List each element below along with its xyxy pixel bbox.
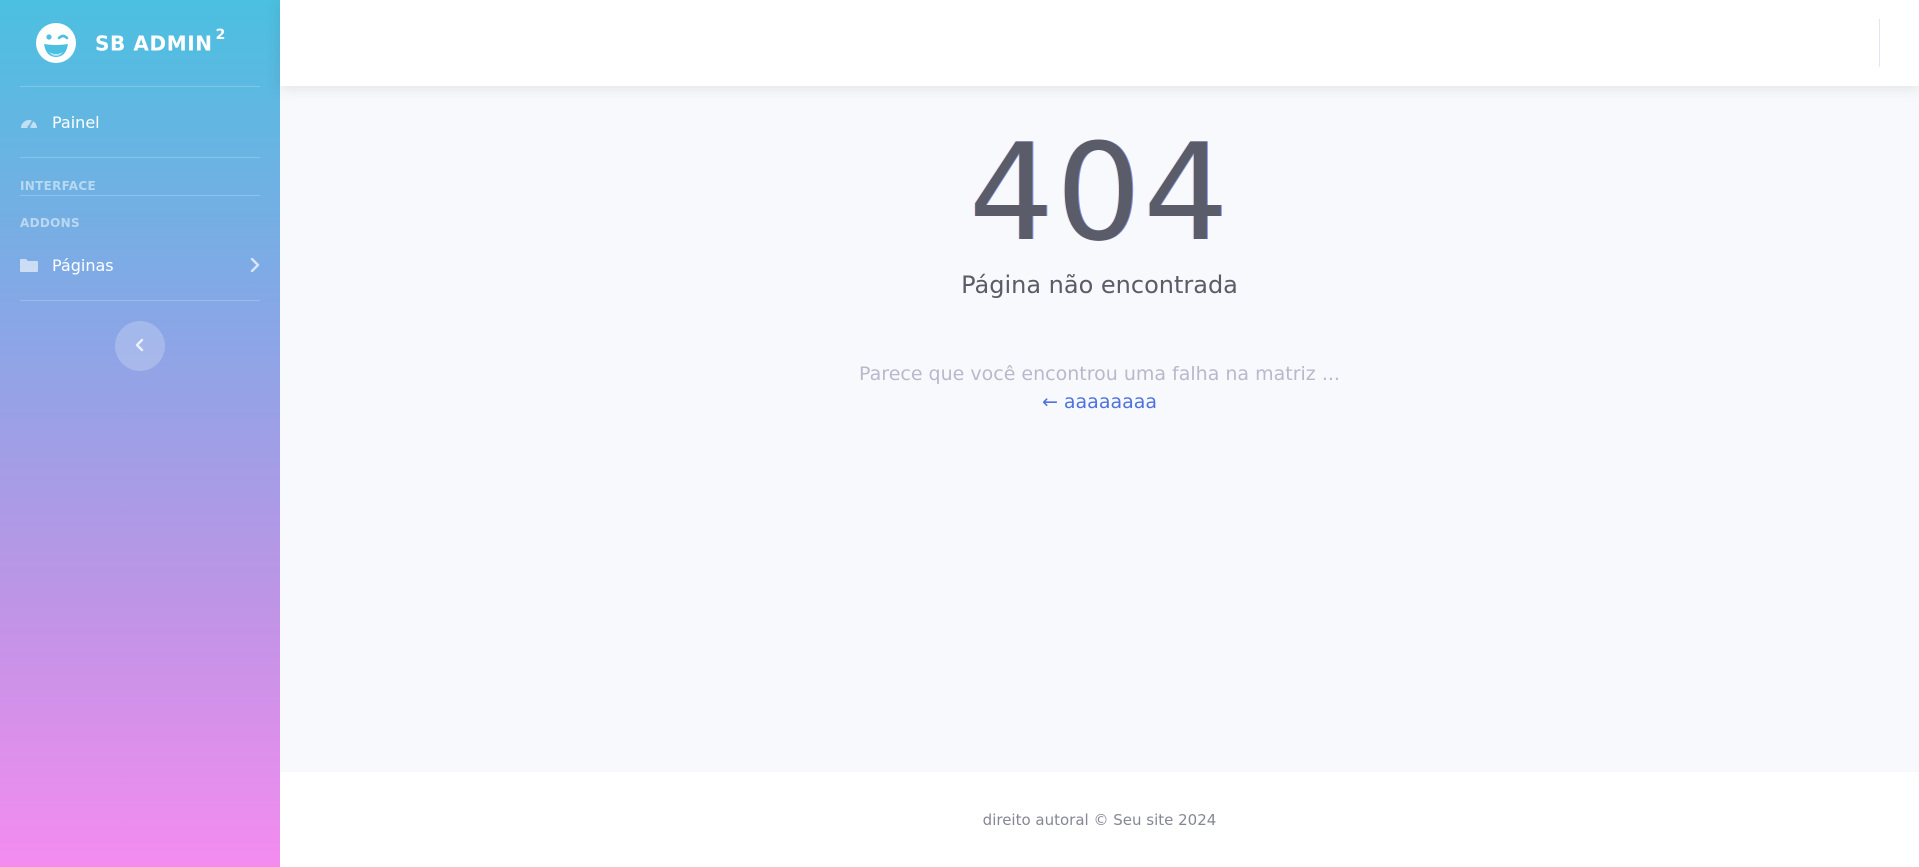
topbar [280, 0, 1919, 86]
sidebar-brand[interactable]: SB ADMIN 2 [0, 0, 280, 86]
laugh-wink-icon [36, 23, 76, 63]
sidebar-item-paginas[interactable]: Páginas [0, 230, 280, 300]
sidebar-toggle-wrap [0, 321, 280, 371]
sidebar-item-painel[interactable]: Painel [0, 87, 280, 157]
brand-title: SB ADMIN [95, 31, 213, 56]
sidebar-heading-interface: INTERFACE [20, 179, 96, 193]
sidebar-item-label: Páginas [52, 255, 114, 275]
sidebar-divider [20, 195, 260, 196]
chevron-right-icon [250, 258, 260, 272]
back-link[interactable]: ← aaaaaaaa [1042, 391, 1157, 413]
brand-superscript: 2 [215, 26, 226, 43]
page-wrapper: SB ADMIN 2 Painel INTERFACE ADDONS Págin… [0, 0, 1919, 867]
content-wrapper: 404 Página não encontrada Parece que voc… [280, 0, 1919, 867]
sidebar-heading-addons: ADDONS [20, 216, 80, 230]
main-content: 404 Página não encontrada Parece que voc… [280, 86, 1919, 772]
sidebar-divider [20, 300, 260, 301]
footer-copyright: direito autoral © Seu site 2024 [982, 810, 1217, 829]
sidebar-toggle-button[interactable] [115, 321, 165, 371]
folder-icon [20, 258, 42, 272]
error-title: Página não encontrada [961, 271, 1238, 299]
brand-name: SB ADMIN 2 [95, 27, 226, 56]
error-code: 404 [968, 115, 1231, 271]
footer: direito autoral © Seu site 2024 [280, 772, 1919, 867]
chevron-left-icon [135, 337, 145, 356]
topbar-divider [1879, 19, 1880, 67]
tachometer-icon [20, 115, 42, 129]
error-message: Parece que você encontrou uma falha na m… [859, 363, 1340, 385]
sidebar-divider [20, 157, 260, 158]
sidebar: SB ADMIN 2 Painel INTERFACE ADDONS Págin… [0, 0, 280, 867]
sidebar-item-label: Painel [52, 112, 100, 132]
